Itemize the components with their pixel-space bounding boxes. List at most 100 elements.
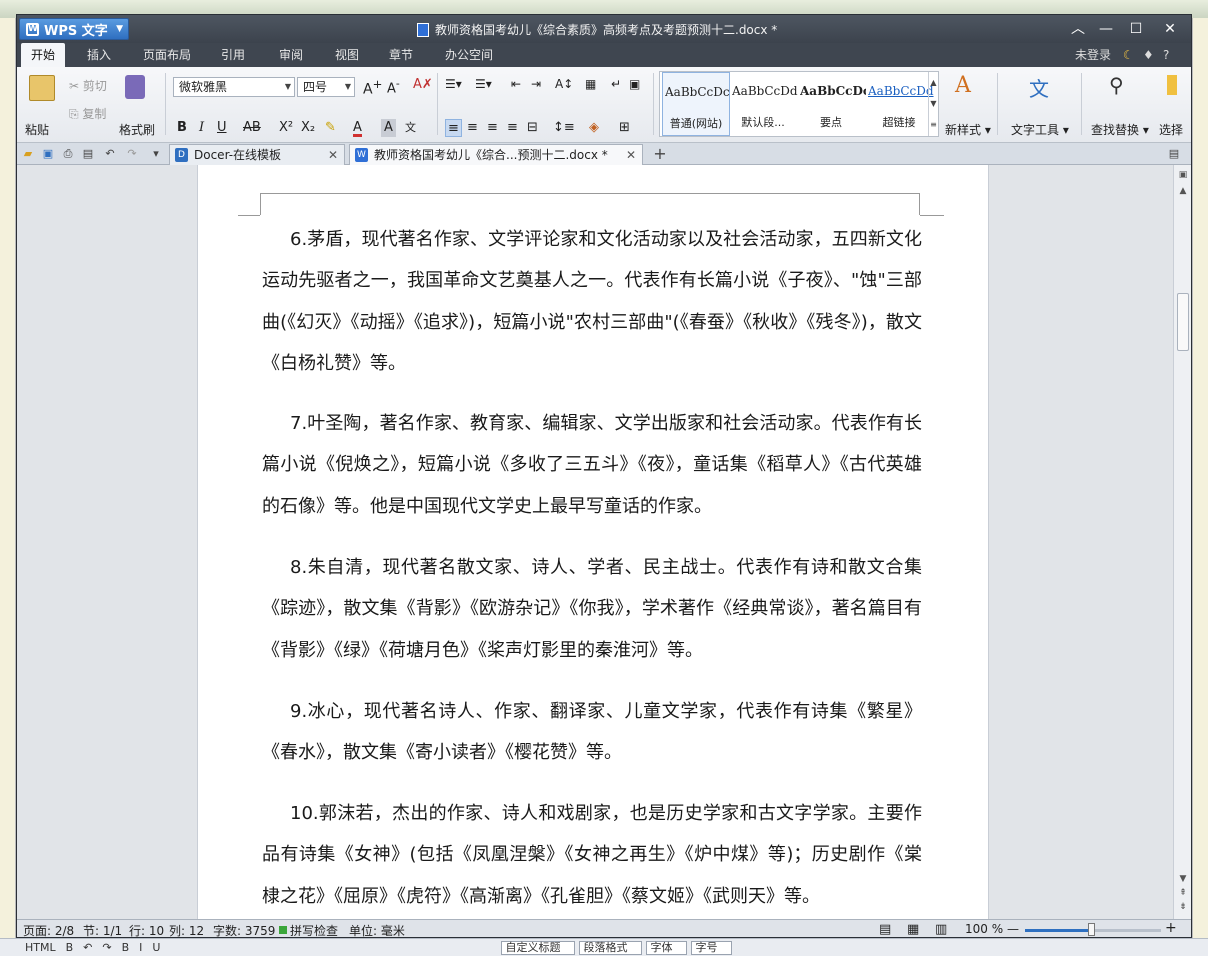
border-icon[interactable]: ⊞ (619, 119, 630, 137)
font-size-select[interactable]: 四号 ▼ (297, 77, 355, 97)
outline-view-icon[interactable]: ▦ (907, 922, 919, 937)
text-tools-button[interactable]: 文字工具 ▾ (1011, 121, 1069, 138)
scroll-down-icon[interactable]: ▼ (1177, 873, 1189, 885)
tab-start[interactable]: 开始 (21, 43, 66, 67)
print-icon[interactable]: ⎙ (61, 147, 75, 161)
app-menu-button[interactable]: W WPS 文字 ▼ (19, 18, 129, 40)
table-icon[interactable]: ▦ (585, 77, 596, 91)
highlight-icon[interactable]: ✎ (325, 119, 336, 137)
tab-page-layout[interactable]: 页面布局 (133, 43, 201, 67)
style-gallery-scroll[interactable]: ▲ ▼ ≡ (928, 72, 938, 136)
align-left-button[interactable]: ≡ (445, 119, 462, 137)
paragraph-bing-xin[interactable]: 9.冰心，现代著名诗人、作家、翻译家、儿童文学家，代表作有诗集《繁星》《春水》，… (262, 691, 922, 774)
style-normal-web[interactable]: AaBbCcDc 普通(网站) (662, 72, 730, 136)
bg-heading-select[interactable]: 自定义标题 (501, 940, 576, 955)
paragraph-mark-icon[interactable]: ↵ (611, 77, 621, 91)
numbered-list-icon[interactable]: ☰▾ (475, 77, 492, 91)
print-preview-icon[interactable]: ▤ (81, 147, 95, 161)
decrease-indent-icon[interactable]: ⇤ (511, 77, 521, 91)
zoom-level[interactable]: 100 % (965, 922, 1003, 936)
strikethrough-button[interactable]: AB (243, 119, 261, 137)
zoom-slider-knob[interactable] (1088, 923, 1095, 936)
close-tab-icon[interactable]: ✕ (626, 145, 636, 165)
new-style-button[interactable]: 新样式 ▾ (945, 121, 991, 138)
paste-label[interactable]: 粘贴 (25, 121, 49, 138)
scroll-page-icon[interactable]: ▣ (1177, 169, 1189, 181)
format-painter-icon[interactable] (125, 75, 145, 99)
font-name-select[interactable]: 微软雅黑 ▼ (173, 77, 295, 97)
help-button[interactable]: ? (1163, 43, 1169, 67)
italic-button[interactable]: I (199, 119, 204, 137)
bullet-list-icon[interactable]: ☰▾ (445, 77, 462, 91)
unit-indicator[interactable]: 单位: 毫米 (349, 922, 405, 937)
vertical-scrollbar[interactable]: ▣ ▲ ▼ ⇞ ⇟ (1173, 165, 1191, 919)
tab-insert[interactable]: 插入 (77, 43, 121, 67)
char-shading-icon[interactable]: A (381, 119, 396, 137)
maximize-button[interactable]: ☐ (1123, 19, 1149, 39)
skin-icon[interactable]: ☾ (1123, 43, 1134, 67)
tab-docer-templates[interactable]: D Docer-在线模板 ✕ (169, 144, 345, 165)
open-folder-icon[interactable]: ▰ (21, 147, 35, 161)
paragraph-ye-shengtao[interactable]: 7.叶圣陶，著名作家、教育家、编辑家、文学出版家和社会活动家。代表作有长篇小说《… (262, 403, 922, 527)
tab-review[interactable]: 审阅 (269, 43, 313, 67)
subscript-button[interactable]: X₂ (301, 119, 315, 137)
spell-check-button[interactable]: 拼写检查 (290, 922, 338, 937)
bg-paragraph-select[interactable]: 段落格式 (579, 940, 643, 955)
document-page[interactable]: 6.茅盾，现代著名作家、文学评论家和文化活动家以及社会活动家，五四新文化运动先驱… (197, 165, 989, 919)
close-button[interactable]: ✕ (1157, 19, 1183, 39)
binoculars-icon[interactable]: ⚲ (1109, 73, 1135, 99)
shrink-font-icon[interactable]: A- (387, 77, 400, 96)
increase-indent-icon[interactable]: ⇥ (531, 77, 541, 91)
superscript-button[interactable]: X² (279, 119, 293, 137)
paste-icon[interactable] (29, 75, 55, 101)
word-count[interactable]: 字数: 3759 (213, 922, 275, 937)
distribute-button[interactable]: ⊟ (527, 119, 538, 137)
page-view-icon[interactable]: ▤ (879, 922, 891, 937)
align-center-button[interactable]: ≡ (467, 119, 478, 137)
select-button[interactable]: 选择 (1159, 121, 1183, 138)
text-tools-icon[interactable]: 文 (1029, 73, 1055, 101)
paragraph-zhu-ziqing[interactable]: 8.朱自清，现代著名散文家、诗人、学者、民主战士。代表作有诗和散文合集《踪迹》，… (262, 547, 922, 671)
new-style-icon[interactable]: A (955, 73, 981, 99)
zoom-out-button[interactable]: — (1007, 922, 1019, 936)
tab-current-document[interactable]: W 教师资格国考幼儿《综合...预测十二.docx * ✕ (349, 144, 643, 165)
bold-button[interactable]: B (177, 119, 187, 137)
prev-page-icon[interactable]: ⇞ (1177, 887, 1189, 899)
line-spacing-icon[interactable]: ↕≡ (553, 119, 575, 137)
scroll-thumb[interactable] (1177, 293, 1189, 351)
cut-button[interactable]: ✂ 剪切 (69, 77, 107, 94)
page-indicator[interactable]: 页面: 2/8 (23, 922, 74, 937)
tab-office-space[interactable]: 办公空间 (435, 43, 503, 67)
tab-list-icon[interactable]: ▤ (1167, 147, 1181, 161)
undo-icon[interactable]: ↶ (103, 147, 117, 161)
next-page-icon[interactable]: ⇟ (1177, 901, 1189, 913)
tab-references[interactable]: 引用 (211, 43, 255, 67)
zoom-in-button[interactable]: + (1165, 920, 1177, 936)
phonetic-guide-icon[interactable]: 文 (405, 119, 416, 137)
tab-chapter[interactable]: 章节 (379, 43, 423, 67)
style-key-point[interactable]: AaBbCcDc 要点 (798, 72, 866, 136)
font-color-icon[interactable]: A (353, 119, 362, 137)
new-tab-icon[interactable]: + (653, 146, 667, 162)
format-painter-label[interactable]: 格式刷 (119, 121, 155, 138)
shirt-icon[interactable]: ♦ (1143, 43, 1154, 67)
underline-button[interactable]: U (217, 119, 227, 137)
paragraph-mao-dun[interactable]: 6.茅盾，现代著名作家、文学评论家和文化活动家以及社会活动家，五四新文化运动先驱… (262, 219, 922, 384)
save-icon[interactable]: ▣ (41, 147, 55, 161)
copy-button[interactable]: ⎘ 复制 (69, 105, 106, 122)
show-hide-icon[interactable]: ▣ (629, 77, 640, 91)
scroll-up-icon[interactable]: ▲ (1177, 185, 1189, 197)
select-icon[interactable] (1167, 75, 1177, 95)
style-hyperlink[interactable]: AaBbCcDd 超链接 (866, 72, 934, 136)
align-right-button[interactable]: ≡ (487, 119, 498, 137)
shading-icon[interactable]: ◈ (589, 119, 599, 137)
tab-view[interactable]: 视图 (325, 43, 369, 67)
style-default-paragraph[interactable]: AaBbCcDd 默认段... (730, 72, 798, 136)
login-status[interactable]: 未登录 (1075, 43, 1111, 67)
bg-size-select[interactable]: 字号 (691, 940, 733, 955)
grow-font-icon[interactable]: A+ (363, 77, 382, 98)
justify-button[interactable]: ≡ (507, 119, 518, 137)
bg-font-select[interactable]: 字体 (646, 940, 688, 955)
close-tab-icon[interactable]: ✕ (328, 145, 338, 165)
web-view-icon[interactable]: ▥ (935, 922, 947, 937)
